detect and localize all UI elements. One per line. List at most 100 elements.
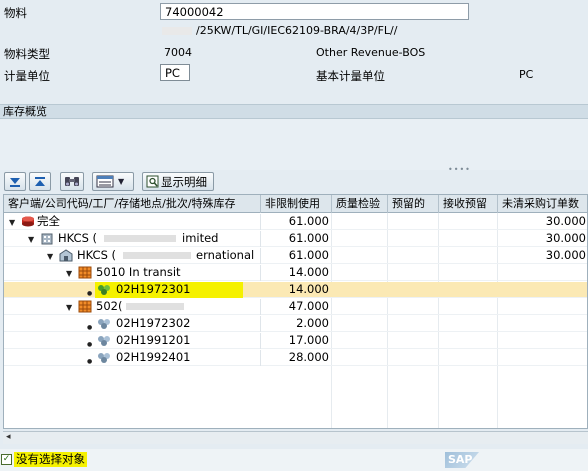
leaf-bullet-icon: ●: [87, 358, 93, 365]
table-header: 客户端/公司代码/工厂/存储地点/批次/特殊库存 非限制使用 质量检验 预留的 …: [4, 195, 587, 213]
tree-cell: ● 02H1972301: [4, 282, 261, 298]
layout-button[interactable]: ▼: [92, 172, 134, 191]
details-icon: [146, 175, 159, 188]
material-field[interactable]: 74000042: [160, 3, 469, 20]
material-type-text: Other Revenue-BOS: [316, 46, 426, 59]
unrestricted-value: 61.000: [288, 214, 329, 228]
unrestricted-value: 61.000: [288, 231, 329, 245]
unrestricted-value: 28.000: [288, 350, 329, 364]
table-row[interactable]: ▼ 5010 In transit 14.000: [4, 265, 587, 281]
find-button[interactable]: [60, 172, 84, 191]
open-po-value: 30.000: [545, 231, 586, 245]
storage-location-icon: [78, 266, 92, 279]
collapse-triangle-icon[interactable]: ▼: [66, 300, 72, 315]
redacted-text: [123, 248, 193, 263]
building-icon: [59, 249, 73, 262]
tree-node-label: 02H1972301: [116, 282, 191, 296]
collapse-triangle-icon[interactable]: ▼: [66, 266, 72, 281]
batch-icon: [98, 285, 110, 295]
open-po-value: 30.000: [545, 214, 586, 228]
dropdown-arrow-icon: ▼: [118, 177, 125, 186]
collapse-triangle-icon[interactable]: ▼: [28, 232, 34, 247]
tree-node-label: 5010 In transit: [96, 265, 181, 279]
tree-node-label: 02H1972302: [116, 316, 191, 330]
tree-node-label: HKCS (: [77, 248, 117, 262]
status-bar: ✓ 没有选择对象: [0, 449, 588, 471]
toolbar: ▼ 显示明细: [0, 170, 588, 193]
tree-cell: ▼ 完全: [4, 214, 261, 230]
tree-cell: ● 02H1992401: [4, 350, 261, 366]
unrestricted-value: 61.000: [288, 248, 329, 262]
table-row[interactable]: ▼ 502( 47.000: [4, 299, 587, 315]
unrestricted-value: 14.000: [288, 282, 329, 296]
table-row[interactable]: ▼ 完全 61.000 30.000: [4, 214, 587, 230]
base-uom-value: PC: [519, 68, 534, 81]
scroll-left-icon[interactable]: ◂: [6, 432, 11, 442]
show-details-label: 显示明细: [161, 174, 207, 189]
unrestricted-value: 2.000: [296, 316, 329, 330]
show-details-button[interactable]: 显示明细: [142, 172, 214, 191]
material-description: /25KW/TL/GI/IEC62109-BRA/4/3P/FL//: [162, 24, 397, 37]
tree-node-label: HKCS (: [58, 231, 98, 245]
empty-panel: [0, 119, 588, 170]
col-header-quality-inspection[interactable]: 质量检验: [332, 195, 388, 213]
table-row-selected[interactable]: ● 02H1972301 14.000: [4, 282, 587, 298]
tree-cell: ● 02H1991201: [4, 333, 261, 349]
stock-tree-table: 客户端/公司代码/工厂/存储地点/批次/特殊库存 非限制使用 质量检验 预留的 …: [3, 194, 588, 429]
tree-cell: ▼ HKCS ( imited: [4, 231, 261, 247]
collapse-all-icon: [35, 176, 45, 186]
binoculars-icon: [65, 177, 79, 186]
material-label: 物料: [4, 6, 27, 20]
expand-all-icon: [10, 177, 20, 187]
col-header-hierarchy[interactable]: 客户端/公司代码/工厂/存储地点/批次/特殊库存: [4, 195, 261, 213]
uom-label: 计量单位: [4, 69, 50, 83]
col-header-unrestricted[interactable]: 非限制使用: [261, 195, 332, 213]
table-row[interactable]: ▼ HKCS ( imited 61.000 30.000: [4, 231, 587, 247]
tree-cell: ▼ 5010 In transit: [4, 265, 261, 281]
unrestricted-value: 14.000: [288, 265, 329, 279]
expand-all-button[interactable]: [4, 172, 26, 191]
leaf-bullet-icon: ●: [87, 290, 93, 297]
stock-overview-section: 库存概览: [0, 104, 588, 119]
leaf-bullet-icon: ●: [87, 324, 93, 331]
collapse-all-button[interactable]: [29, 172, 51, 191]
tree-node-label: 02H1991201: [116, 333, 191, 347]
material-type-label: 物料类型: [4, 47, 50, 61]
collapse-triangle-icon[interactable]: ▼: [47, 249, 53, 264]
leaf-bullet-icon: ●: [87, 341, 93, 348]
collapse-triangle-icon[interactable]: ▼: [9, 215, 15, 230]
tree-node-label: 02H1992401: [116, 350, 191, 364]
layout-icon: [96, 175, 114, 188]
check-icon: ✓: [1, 454, 12, 465]
table-row[interactable]: ● 02H1991201 17.000: [4, 333, 587, 349]
batch-icon: [98, 353, 110, 363]
tree-cell: ● 02H1972302: [4, 316, 261, 332]
horizontal-scrollbar[interactable]: ◂: [3, 431, 588, 444]
storage-location-icon: [78, 300, 92, 313]
tree-node-label: 完全: [37, 214, 60, 228]
col-header-open-po[interactable]: 未清采购订单数: [498, 195, 587, 213]
table-row[interactable]: ▼ HKCS ( ernational 61.000 30.000: [4, 248, 587, 264]
col-header-receipt-reserved[interactable]: 接收预留: [439, 195, 498, 213]
open-po-value: 30.000: [545, 248, 586, 262]
status-message: 没有选择对象: [14, 452, 87, 467]
tree-node-label: 502(: [96, 299, 123, 313]
uom-field[interactable]: PC: [160, 64, 190, 81]
unrestricted-value: 17.000: [288, 333, 329, 347]
tree-cell: ▼ HKCS ( ernational: [4, 248, 261, 264]
redacted-text: [104, 231, 178, 246]
tree-cell: ▼ 502(: [4, 299, 261, 315]
tree-node-label-tail: imited: [182, 231, 219, 245]
tree-node-label-tail: ernational: [196, 248, 255, 262]
base-uom-label: 基本计量单位: [316, 69, 385, 83]
stack-icon: [22, 216, 34, 227]
table-row[interactable]: ● 02H1972302 2.000: [4, 316, 587, 332]
unrestricted-value: 47.000: [288, 299, 329, 313]
material-type-code: 7004: [164, 46, 192, 59]
company-icon: [41, 233, 53, 245]
col-header-reserved[interactable]: 预留的: [388, 195, 439, 213]
batch-icon: [98, 319, 110, 329]
table-row[interactable]: ● 02H1992401 28.000: [4, 350, 587, 366]
batch-icon: [98, 336, 110, 346]
redacted-text: [126, 299, 186, 314]
